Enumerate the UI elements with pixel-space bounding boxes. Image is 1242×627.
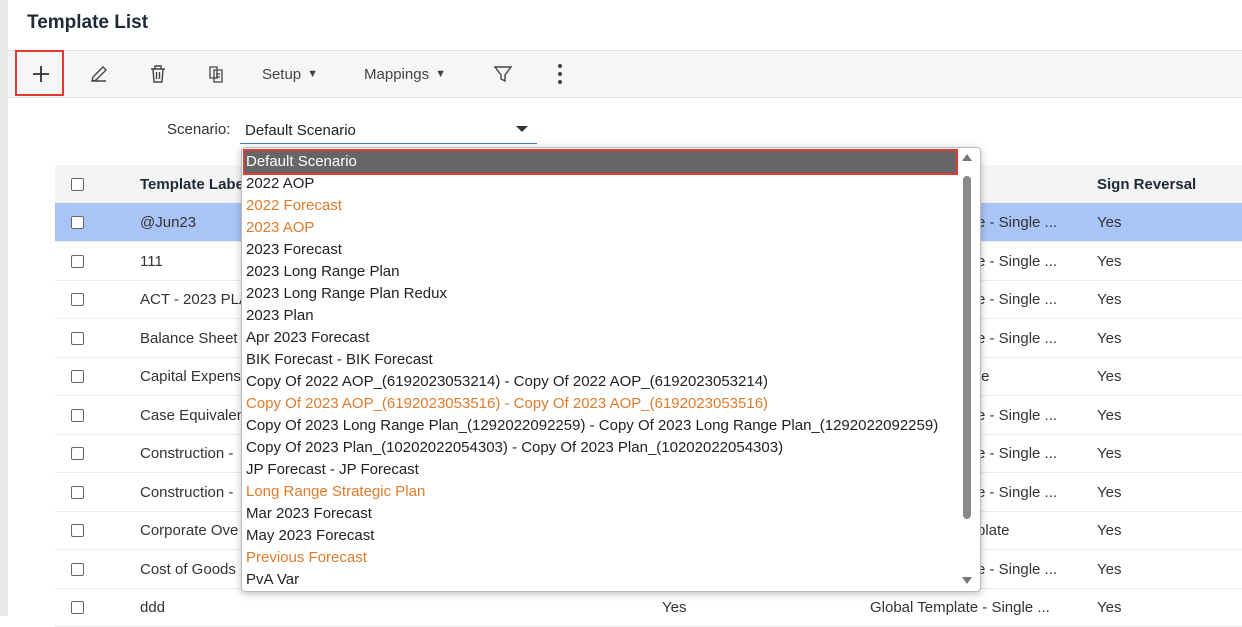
dropdown-option[interactable]: PvA Var	[246, 569, 299, 591]
cell-sign-reversal: Yes	[1097, 214, 1122, 231]
scenario-value: Default Scenario	[245, 122, 356, 139]
dropdown-option[interactable]: 2022 Forecast	[246, 195, 342, 217]
dropdown-option[interactable]: Copy Of 2023 Long Range Plan_(1292022092…	[246, 415, 938, 437]
add-button-highlight	[15, 50, 64, 96]
cell-template-label: Balance Sheet	[140, 329, 238, 347]
option-highlight	[243, 149, 958, 175]
cell-template-label: Capital Expens	[140, 368, 241, 385]
cell-template-label: Construction -	[140, 445, 234, 462]
cell-sign-reversal: Yes	[1097, 252, 1122, 270]
row-checkbox[interactable]	[71, 524, 84, 537]
setup-menu-button[interactable]: Setup ▼	[252, 51, 328, 97]
scrollbar-thumb[interactable]	[963, 176, 971, 519]
pencil-icon	[91, 66, 107, 82]
setup-label: Setup	[261, 65, 302, 83]
table-row[interactable]: ddd Yes Global Template - Single ... Yes	[55, 588, 1242, 627]
row-checkbox[interactable]	[71, 601, 84, 614]
cell-template-type: Global Template - Single ...	[870, 599, 1050, 616]
filter-button[interactable]	[488, 51, 518, 97]
dropdown-option[interactable]: JP Forecast - JP Forecast	[246, 459, 419, 481]
row-checkbox[interactable]	[71, 447, 84, 460]
copy-icon	[209, 66, 223, 83]
dropdown-option[interactable]: BIK Forecast - BIK Forecast	[246, 349, 433, 371]
cell-template-label: Construction -	[140, 483, 234, 501]
trash-icon	[151, 65, 165, 83]
cell-template-label: 111	[140, 252, 163, 270]
dropdown-option[interactable]: Apr 2023 Forecast	[246, 327, 369, 349]
scenario-dropdown-list: Default Scenario 2022 AOP 2022 Forecast 202…	[241, 147, 981, 592]
dropdown-option[interactable]: Previous Forecast	[246, 547, 367, 569]
row-checkbox[interactable]	[71, 331, 84, 345]
mappings-menu-button[interactable]: Mappings ▼	[353, 51, 457, 97]
dropdown-option[interactable]: Copy Of 2023 AOP_(6192023053516) - Copy …	[246, 393, 768, 415]
cell-flag: Yes	[662, 599, 687, 616]
scroll-down-icon[interactable]	[962, 577, 972, 584]
scenario-label: Scenario:	[167, 121, 231, 138]
scenario-select[interactable]: Default Scenario	[240, 117, 537, 144]
dropdown-option[interactable]: 2023 Long Range Plan Redux	[246, 283, 447, 305]
edit-button[interactable]	[83, 51, 115, 97]
caret-down-icon: ▼	[307, 68, 319, 80]
cell-template-label: Case Equivalen	[140, 406, 245, 424]
row-checkbox[interactable]	[71, 485, 84, 499]
dropdown-option[interactable]: Long Range Strategic Plan	[246, 481, 425, 503]
cell-template-type: e - Single ...	[977, 483, 1058, 501]
dropdown-option[interactable]: 2023 Plan	[246, 305, 314, 327]
cell-sign-reversal: Yes	[1097, 445, 1122, 462]
row-checkbox[interactable]	[71, 293, 84, 306]
delete-button[interactable]	[143, 51, 173, 97]
toolbar: Setup ▼ Mappings ▼	[8, 50, 1242, 98]
cell-template-label: Corporate Ove	[140, 522, 239, 539]
dropdown-option[interactable]: Copy Of 2022 AOP_(6192023053214) - Copy …	[246, 371, 768, 393]
dropdown-option[interactable]: 2023 AOP	[246, 217, 314, 239]
row-checkbox[interactable]	[71, 254, 84, 268]
dropdown-option[interactable]: 2023 Long Range Plan	[246, 261, 399, 283]
row-checkbox[interactable]	[71, 562, 84, 576]
cell-sign-reversal: Yes	[1097, 368, 1122, 385]
cell-sign-reversal: Yes	[1097, 560, 1122, 578]
cell-template-type: e - Single ...	[977, 445, 1058, 462]
dropdown-option[interactable]: Copy Of 2023 Plan_(10202022054303) - Cop…	[246, 437, 783, 459]
cell-template-type: e - Single ...	[977, 291, 1058, 308]
scrollbar[interactable]	[960, 154, 974, 584]
cell-sign-reversal: Yes	[1097, 291, 1122, 308]
left-edge-bar	[0, 0, 8, 616]
cell-template-type: plate	[977, 522, 1010, 539]
cell-template-label: ddd	[140, 599, 166, 616]
cell-sign-reversal: Yes	[1097, 483, 1122, 501]
scroll-up-icon[interactable]	[962, 154, 972, 161]
select-all-checkbox[interactable]	[71, 178, 84, 191]
dropdown-option[interactable]: Mar 2023 Forecast	[246, 503, 372, 525]
row-checkbox[interactable]	[71, 370, 84, 383]
row-checkbox[interactable]	[71, 216, 84, 229]
kebab-icon	[558, 64, 562, 84]
dropdown-option[interactable]: 2023 Forecast	[246, 239, 342, 261]
row-checkbox[interactable]	[71, 408, 84, 422]
cell-template-type: e - Single ...	[977, 214, 1058, 231]
dropdown-option[interactable]: May 2023 Forecast	[246, 525, 374, 547]
filter-icon	[493, 66, 513, 83]
cell-sign-reversal: Yes	[1097, 406, 1122, 424]
page-title: Template List	[27, 12, 149, 33]
dropdown-arrow-icon	[516, 126, 528, 132]
cell-template-label: Cost of Goods	[140, 560, 236, 578]
cell-template-type: e - Single ...	[977, 406, 1058, 424]
cell-sign-reversal: Yes	[1097, 329, 1122, 347]
mappings-label: Mappings	[364, 65, 430, 83]
cell-template-type: e - Single ...	[977, 329, 1058, 347]
more-options-button[interactable]	[546, 51, 574, 97]
cell-template-label: @Jun23	[140, 214, 197, 231]
dropdown-option[interactable]: 2022 AOP	[246, 173, 314, 195]
cell-template-type: e - Single ...	[977, 560, 1058, 578]
copy-button[interactable]	[200, 51, 232, 97]
cell-sign-reversal: Yes	[1097, 599, 1122, 616]
col-template-label[interactable]: Template Label	[140, 176, 242, 193]
cell-template-label: ACT - 2023 PLA	[140, 291, 245, 308]
caret-down-icon: ▼	[435, 68, 446, 80]
cell-sign-reversal: Yes	[1097, 522, 1122, 539]
col-sign-reversal[interactable]: Sign Reversal	[1097, 176, 1196, 193]
cell-template-type: e - Single ...	[977, 252, 1058, 270]
